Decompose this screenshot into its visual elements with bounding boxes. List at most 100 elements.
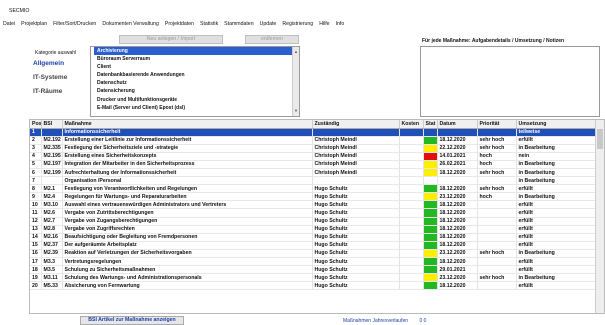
cell-prio bbox=[477, 200, 517, 210]
menu-item[interactable]: Statistik bbox=[200, 19, 218, 29]
cell-bsi: M2.6 bbox=[41, 208, 63, 218]
status-swatch bbox=[423, 274, 436, 281]
column-header[interactable]: BSI bbox=[41, 120, 63, 129]
table-row[interactable]: 16 M2.39 Reaktion auf Verletzungen der Sic… bbox=[30, 249, 597, 259]
table-row[interactable]: 17 M3.3 Vertretungsregelungen Hugo Schultz 1… bbox=[30, 257, 597, 267]
menu-item[interactable]: Hilfe bbox=[319, 19, 329, 29]
column-header[interactable]: Zuständig bbox=[312, 120, 400, 129]
table-row[interactable]: 3 M2.335 Festlegung der Sicherheitsziele u… bbox=[30, 144, 597, 153]
category-item[interactable]: IT-Räume bbox=[33, 85, 91, 99]
status-swatch bbox=[423, 282, 436, 289]
cell-prio bbox=[477, 233, 517, 242]
category-item[interactable]: Allgemein bbox=[33, 57, 91, 71]
cell-kosten bbox=[399, 233, 424, 242]
category-item[interactable]: IT-Systeme bbox=[33, 71, 91, 85]
table-row[interactable]: 6 M2.199 Aufrechterhaltung der Information… bbox=[30, 168, 597, 178]
cell-pos: 1 bbox=[30, 128, 42, 137]
cell-pos: 4 bbox=[30, 152, 42, 161]
subcategory-item[interactable]: Datenschutz bbox=[94, 79, 299, 87]
table-row[interactable]: 14 M2.16 Beaufsichtigung oder Begleitung v… bbox=[30, 233, 597, 242]
subcategory-item[interactable]: Drucker und Multifunktionsgeräte bbox=[94, 96, 299, 104]
table-row[interactable]: 12 M2.7 Vergabe von Zugangsberechtigungen H… bbox=[30, 217, 597, 226]
table-row[interactable]: 13 M2.8 Vergabe von Zugriffsrechten Hugo Sc… bbox=[30, 225, 597, 234]
menu-item[interactable]: Filter/Sort/Drucken bbox=[53, 19, 96, 29]
cell-massnahme: Festlegung von Verantwortlichkeiten und … bbox=[62, 184, 313, 194]
cell-kosten bbox=[399, 184, 424, 194]
subcategory-list[interactable]: Archivierung Büroraum Serverraum Client Dat… bbox=[90, 46, 300, 117]
table-row[interactable]: 11 M2.6 Vergabe von Zutrittsberechtigungen… bbox=[30, 208, 597, 218]
menu-item[interactable]: Projektplan bbox=[21, 19, 47, 29]
cell-pos: 7 bbox=[30, 176, 42, 186]
cell-datum: 22.12.2020 bbox=[437, 144, 478, 153]
cell-prio bbox=[477, 257, 517, 267]
column-header[interactable]: Pos bbox=[30, 120, 42, 129]
menu-item[interactable]: Update bbox=[260, 19, 277, 29]
status-cell bbox=[423, 192, 438, 202]
table-row[interactable]: 4 M2.195 Erstellung eines Sicherheitskonze… bbox=[30, 152, 597, 161]
table-row[interactable]: 19 M3.11 Schulung des Wartungs- und Admini… bbox=[30, 273, 597, 283]
show-bsi-article-button[interactable]: BSI Artikel zur Maßnahme anzeigen bbox=[80, 316, 184, 325]
remove-button[interactable]: entfernen bbox=[245, 35, 299, 44]
menu-item[interactable]: Dokumenten Verwaltung bbox=[102, 19, 159, 29]
table-row[interactable]: 1 Informationssicherheit teilweise bbox=[30, 128, 597, 137]
table-row[interactable]: 15 M2.37 Der aufgeräumte Arbeitsplatz Hugo … bbox=[30, 241, 597, 250]
table-row[interactable]: 18 M3.5 Schulung zu Sicherheitsmaßnahmen Hu… bbox=[30, 265, 597, 275]
column-header[interactable]: Kosten bbox=[399, 120, 424, 129]
notes-textarea[interactable] bbox=[420, 46, 600, 117]
subcategory-item[interactable]: Archivierung bbox=[94, 47, 299, 56]
cell-kosten bbox=[399, 241, 424, 250]
subcategory-item[interactable]: Client bbox=[94, 63, 299, 71]
cell-pos: 3 bbox=[30, 144, 42, 153]
menu-item[interactable]: Info bbox=[336, 19, 345, 29]
cell-datum bbox=[437, 176, 478, 186]
column-header[interactable]: Datum bbox=[437, 120, 478, 129]
scroll-down-icon[interactable]: ▼ bbox=[294, 107, 298, 115]
cell-pos: 9 bbox=[30, 192, 42, 202]
table-row[interactable]: 7 Organisation /Personal in Bearbeitung bbox=[30, 176, 597, 186]
cell-massnahme: Organisation /Personal bbox=[62, 176, 313, 186]
column-header[interactable]: Priorität bbox=[477, 120, 517, 129]
cell-datum: 14.01.2021 bbox=[437, 152, 478, 161]
subcategory-item[interactable]: Datensicherung bbox=[94, 87, 299, 95]
column-header[interactable]: Stat bbox=[423, 120, 438, 129]
column-header[interactable]: Umsetzung bbox=[516, 120, 597, 129]
table-row[interactable]: 10 M3.10 Auswahl eines vertrauenswürdigen … bbox=[30, 200, 597, 210]
cell-massnahme: Informationssicherheit bbox=[62, 128, 313, 137]
table-row[interactable]: 20 M5.33 Absicherung von Fernwartung Hugo S… bbox=[30, 281, 597, 291]
table-row[interactable]: 9 M2.4 Regelungen für Wartungs- und Repara… bbox=[30, 192, 597, 202]
cell-umsetzung: erfüllt bbox=[516, 184, 597, 194]
column-header[interactable]: Maßnahme bbox=[62, 120, 313, 129]
cell-kosten bbox=[399, 281, 424, 291]
cell-bsi: M2.8 bbox=[41, 225, 63, 234]
cell-zustaendig: Hugo Schultz bbox=[312, 217, 400, 226]
menu-item[interactable]: Registrierung bbox=[282, 19, 313, 29]
cell-datum: 18.12.2020 bbox=[437, 200, 478, 210]
cell-pos: 19 bbox=[30, 273, 42, 283]
table-scroll-thumb[interactable] bbox=[597, 129, 603, 149]
menu-item[interactable]: Datei bbox=[3, 19, 15, 29]
subcategory-scrollbar[interactable]: ▲ ▼ bbox=[292, 47, 299, 116]
table-row[interactable]: 2 M2.192 Erstellung einer Leitlinie zur In… bbox=[30, 136, 597, 145]
cell-massnahme: Erstellung eines Sicherheitskonzepts bbox=[62, 152, 313, 161]
status-swatch bbox=[423, 185, 436, 192]
status-cell bbox=[423, 233, 438, 242]
cell-zustaendig: Hugo Schultz bbox=[312, 249, 400, 259]
cell-massnahme: Erstellung einer Leitlinie zur Informati… bbox=[62, 136, 313, 145]
table-row[interactable]: 5 M2.197 Integration der Mitarbeiter in de… bbox=[30, 160, 597, 169]
measures-table: Pos BSI Maßnahme Zuständig Kosten Stat Datum Pr… bbox=[29, 119, 605, 314]
table-scrollbar[interactable] bbox=[595, 120, 604, 313]
cell-prio bbox=[477, 265, 517, 275]
new-import-button[interactable]: Neu anlegen / Import bbox=[119, 35, 223, 44]
subcategory-item[interactable]: Datenbankbasierende Anwendungen bbox=[94, 71, 299, 79]
cell-kosten bbox=[399, 168, 424, 178]
status-cell bbox=[423, 273, 438, 283]
status-swatch bbox=[423, 241, 436, 249]
table-row[interactable]: 8 M2.1 Festlegung von Verantwortlichkeiten… bbox=[30, 184, 597, 194]
menu-item[interactable]: Projektdaten bbox=[165, 19, 194, 29]
menu-item[interactable]: Stammdaten bbox=[224, 19, 253, 29]
subcategory-item[interactable]: Büroraum Serverraum bbox=[94, 55, 299, 63]
count-value: 0 0 bbox=[419, 318, 427, 324]
subcategory-item[interactable]: E-Mail (Server und Client) Epost (dsl) bbox=[94, 104, 299, 112]
cell-prio: sehr hoch bbox=[477, 184, 517, 194]
scroll-up-icon[interactable]: ▲ bbox=[294, 48, 298, 56]
